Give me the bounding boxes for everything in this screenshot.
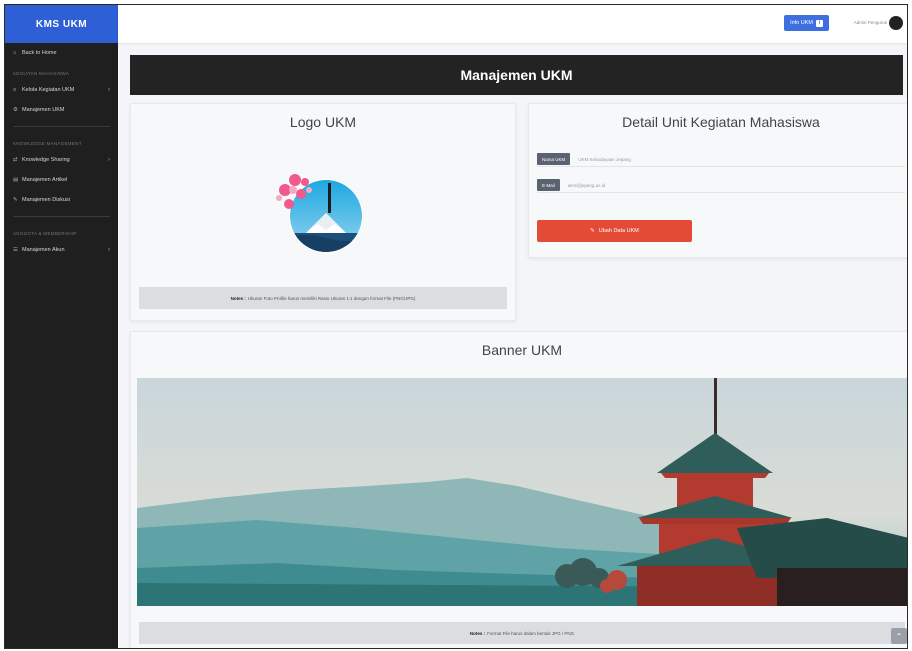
- sidebar-item-content: ⌂ Back to Home: [13, 50, 57, 56]
- list-icon: ≡: [13, 87, 17, 93]
- banner-notes: Notes : Format File harus dalam bentuk J…: [139, 622, 905, 644]
- sidebar-section-heading: KNOWLEDGE MANAGEMENT: [13, 141, 82, 146]
- logo-notes-label: Notes :: [230, 295, 246, 301]
- chevron-right-icon: ›: [108, 87, 110, 93]
- field-label: E-Mail: [537, 179, 560, 191]
- sidebar-item-content: ⇄ Knowledge Sharing: [13, 157, 70, 163]
- edit-button-label: Ubah Data UKM: [598, 228, 639, 234]
- field-value: UKM Kebudayaan Jepang: [578, 156, 631, 162]
- sidebar-item-content: ≡ Kelola Kegiatan UKM: [13, 87, 74, 93]
- sidebar-item-content: ☰ Manajemen Akun: [13, 247, 65, 253]
- share-icon: ⇄: [13, 157, 18, 163]
- sidebar-item-manajemen-diskusi[interactable]: ✎ Manajemen Diskusi: [5, 190, 118, 210]
- logo-notes: Notes : Ukuran Foto Profile harus memili…: [139, 287, 507, 309]
- field-email: E-Mail ukm@jepang.ac.id: [537, 178, 905, 193]
- users-icon: ☰: [13, 247, 18, 253]
- sidebar-item-back-to-home[interactable]: ⌂ Back to Home: [5, 43, 118, 63]
- banner-notes-text: Format File harus dalam bentuk JPG / PNG: [487, 630, 575, 636]
- app-window: KMS UKM ⌂ Back to Home KEGIATAN MAHASISWA ≡…: [4, 4, 908, 649]
- sidebar-item-manajemen-artikel[interactable]: ▤ Manajemen Artikel: [5, 170, 118, 190]
- file-icon: ▤: [13, 177, 19, 183]
- sidebar-item-manajemen-akun[interactable]: ☰ Manajemen Akun ›: [5, 240, 118, 260]
- ukm-logo-image[interactable]: [271, 158, 371, 258]
- detail-card-title: Detail Unit Kegiatan Mahasiswa: [622, 114, 820, 130]
- user-name[interactable]: Admin Pengurus: [854, 20, 887, 25]
- main-content: Manajemen UKM Logo UKM Notes: Ukuran Fo…: [118, 43, 907, 648]
- sidebar-item-label: Manajemen Akun: [22, 247, 65, 253]
- page-title: Manajemen UKM: [130, 55, 903, 95]
- logo-card-title: Logo UKM: [289, 114, 357, 130]
- brand-logo[interactable]: KMS UKM: [5, 5, 118, 43]
- sidebar-section-heading: ANGGOTA & MEMBERSHIP: [13, 231, 77, 236]
- sidebar-item-content: ⚙ Manajemen UKM: [13, 107, 65, 113]
- pencil-icon: ✎: [590, 228, 595, 234]
- sidebar-item-label: Kelola Kegiatan UKM: [22, 87, 75, 93]
- sidebar-item-label: Back to Home: [22, 50, 57, 56]
- chevron-right-icon: ›: [108, 247, 110, 253]
- avatar[interactable]: [889, 16, 903, 30]
- logo-notes-text: Ukuran Foto Profile harus memiliki Rasio…: [247, 295, 416, 301]
- banner-card-title: Banner UKM: [481, 342, 563, 358]
- field-nama-ukm: Nama UKM UKM Kebudayaan Jepang: [537, 152, 905, 167]
- sidebar-item-knowledge-sharing[interactable]: ⇄ Knowledge Sharing ›: [5, 150, 118, 170]
- sidebar-item-manajemen-ukm[interactable]: ⚙ Manajemen UKM: [5, 100, 118, 120]
- chevron-up-icon: ⌃: [895, 631, 903, 641]
- sidebar-item-label: Knowledge Sharing: [22, 157, 70, 163]
- sidebar-item-label: Manajemen Diskusi: [22, 197, 70, 203]
- info-ukm-button[interactable]: Info UKM i: [784, 15, 829, 31]
- sidebar-item-label: Manajemen Artikel: [22, 177, 68, 183]
- sidebar: KMS UKM ⌂ Back to Home KEGIATAN MAHASISWA ≡…: [5, 5, 118, 648]
- banner-card: Banner UKM Notes: Format File harus dal…: [130, 331, 907, 648]
- edit-ukm-button[interactable]: ✎ Ubah Data UKM: [537, 220, 692, 242]
- home-icon: ⌂: [13, 50, 17, 56]
- info-icon: i: [816, 19, 823, 27]
- scroll-top-button[interactable]: ⌃: [891, 628, 907, 644]
- sidebar-item-label: Manajemen UKM: [22, 107, 65, 113]
- chevron-right-icon: ›: [108, 157, 110, 163]
- sidebar-item-content: ✎ Manajemen Diskusi: [13, 197, 70, 203]
- gear-icon: ⚙: [13, 107, 18, 113]
- sidebar-divider: [13, 216, 110, 217]
- sidebar-divider: [13, 126, 110, 127]
- info-button-label: Info UKM: [790, 20, 813, 26]
- field-value: ukm@jepang.ac.id: [567, 182, 606, 188]
- field-label: Nama UKM: [537, 153, 571, 165]
- sidebar-section-heading: KEGIATAN MAHASISWA: [13, 71, 70, 76]
- logo-card: Logo UKM Notes: Ukuran Foto Profile har…: [130, 103, 516, 321]
- sidebar-item-content: ▤ Manajemen Artikel: [13, 177, 67, 183]
- top-navbar: Info UKM i Admin Pengurus: [118, 5, 907, 43]
- chat-icon: ✎: [13, 197, 18, 203]
- sidebar-nav: ⌂ Back to Home KEGIATAN MAHASISWA ≡ Kelola K…: [5, 43, 118, 260]
- ukm-banner-image[interactable]: [137, 378, 907, 606]
- sidebar-item-kelola-kegiatan-ukm[interactable]: ≡ Kelola Kegiatan UKM ›: [5, 80, 118, 100]
- detail-card: Detail Unit Kegiatan Mahasiswa Nama UKM …: [528, 103, 907, 258]
- banner-notes-label: Notes :: [469, 630, 486, 636]
